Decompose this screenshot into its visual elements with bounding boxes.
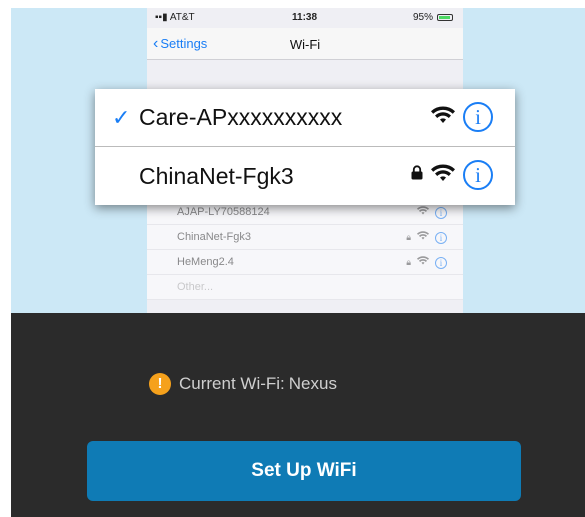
checkmark-icon: ✓: [112, 105, 131, 130]
wifi-icon: [431, 105, 455, 129]
info-icon[interactable]: i: [435, 206, 447, 219]
list-item-other[interactable]: Other...: [147, 275, 463, 300]
status-bar: ▪▪▮ AT&T 11:38 95%: [147, 8, 463, 28]
network-name: ChinaNet-Fgk3: [177, 231, 251, 243]
network-row[interactable]: ChinaNet-Fgk3 i: [95, 147, 515, 205]
battery-icon: [437, 14, 453, 21]
list-item[interactable]: HeMeng2.4 🔒︎ i: [147, 250, 463, 275]
current-wifi-label: Current Wi-Fi:: [179, 374, 285, 393]
signal-icon: ▪▪▮: [155, 12, 170, 23]
network-name: ChinaNet-Fgk3: [139, 163, 294, 189]
carrier-label: AT&T: [169, 12, 195, 23]
setup-panel: ! Current Wi-Fi: Nexus Set Up WiFi: [11, 313, 585, 517]
list-item[interactable]: ChinaNet-Fgk3 🔒︎ i: [147, 225, 463, 250]
lock-icon: 🔒︎: [406, 232, 411, 242]
phone-network-list: AJAP-LY70588124 i ChinaNet-Fgk3 🔒︎ i HeM…: [147, 200, 463, 300]
network-name: AJAP-LY70588124: [177, 206, 270, 218]
other-label: Other...: [177, 281, 214, 293]
status-right: 95%: [413, 12, 453, 23]
wifi-icon: [417, 225, 429, 250]
lock-icon: 🔒︎: [406, 257, 411, 267]
info-icon[interactable]: i: [435, 231, 447, 244]
network-name: HeMeng2.4: [177, 256, 234, 268]
warning-icon: !: [149, 373, 171, 395]
setup-wifi-button[interactable]: Set Up WiFi: [87, 441, 521, 501]
status-time: 11:38: [292, 12, 318, 23]
wifi-icon: [417, 250, 429, 275]
battery-percent: 95%: [412, 12, 433, 23]
current-wifi-value: Nexus: [288, 374, 337, 393]
info-icon[interactable]: i: [463, 102, 493, 132]
info-icon[interactable]: i: [463, 160, 493, 190]
nav-bar: ‹ Settings Wi-Fi: [147, 28, 463, 60]
info-icon[interactable]: i: [435, 256, 447, 269]
lock-icon: [411, 165, 423, 185]
signal-carrier: ▪▪▮ AT&T: [155, 12, 195, 23]
wifi-icon: [431, 163, 455, 187]
network-row-selected[interactable]: ✓ Care-APxxxxxxxxxx i: [95, 89, 515, 147]
network-name: Care-APxxxxxxxxxx: [139, 104, 343, 130]
network-popup-card: ✓ Care-APxxxxxxxxxx i ChinaNet-Fgk3 i: [95, 89, 515, 205]
nav-title: Wi-Fi: [289, 37, 321, 52]
current-wifi-status: ! Current Wi-Fi: Nexus: [149, 373, 337, 395]
